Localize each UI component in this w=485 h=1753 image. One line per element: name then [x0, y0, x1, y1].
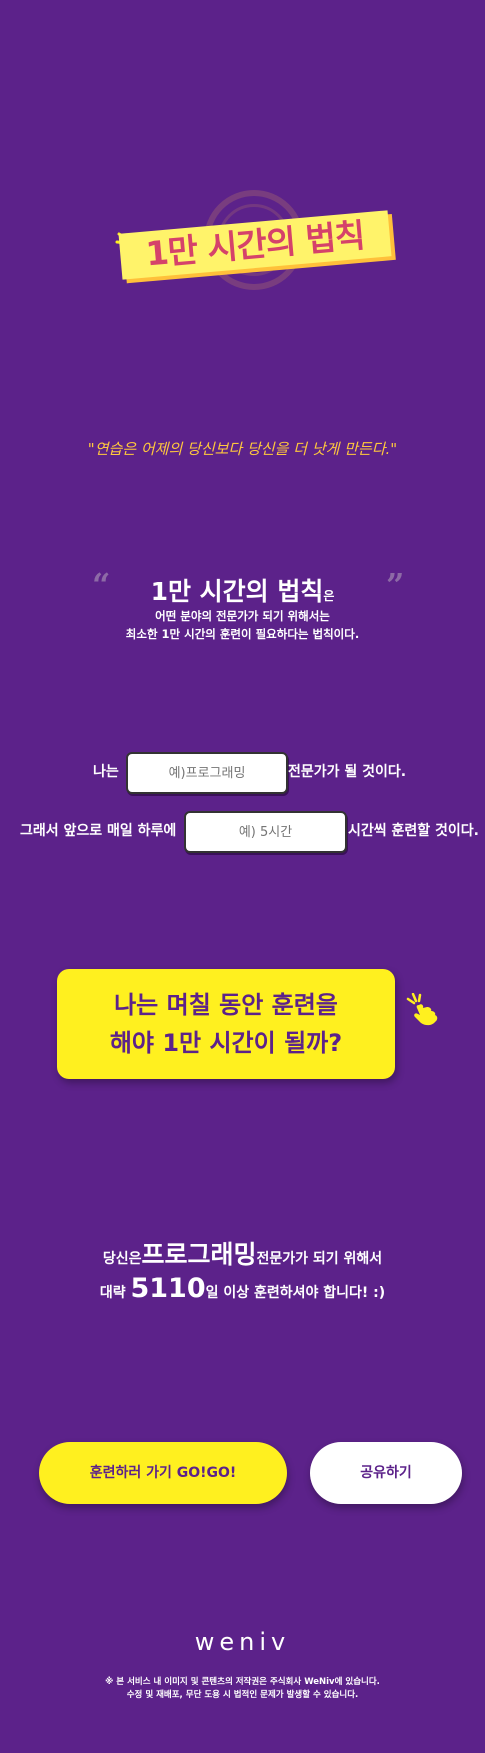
copyright-line2: 수정 및 재배포, 무단 도용 시 법적인 문제가 발생할 수 있습니다.: [126, 1690, 359, 1700]
field-input[interactable]: [126, 752, 288, 794]
rule-desc-line2: 최소한 1만 시간의 훈련이 필요하다는 법칙이다.: [125, 627, 360, 641]
result-line2: 대략 5110일 이상 훈련하셔야 합니다! :): [0, 1270, 485, 1312]
cta-line1: 나는 며칠 동안 훈련을: [114, 991, 338, 1019]
row2-suffix: 시간씩 훈련할 것이다.: [348, 823, 479, 839]
motto-quote: "연습은 어제의 당신보다 당신을 더 낫게 만든다.": [87, 440, 398, 458]
go-training-button[interactable]: 훈련하러 가기 GO!GO!: [39, 1442, 287, 1504]
result-field: 프로그래밍: [141, 1240, 257, 1269]
weniv-logo: weniv: [194, 1628, 291, 1656]
rule-title-suffix: 은: [323, 589, 335, 603]
copyright-notice: ※ 본 서비스 내 이미지 및 콘텐츠의 저작권은 주식회사 WeNiv에 있습…: [0, 1676, 485, 1702]
share-button[interactable]: 공유하기: [310, 1442, 462, 1504]
rule-description: 어떤 분야의 전문가가 되기 위해서는 최소한 1만 시간의 훈련이 필요하다는…: [0, 607, 485, 643]
calculate-button[interactable]: 나는 며칠 동안 훈련을 해야 1만 시간이 될까?: [57, 969, 395, 1079]
result-days-suffix: 일 이상 훈련하셔야 합니다! :): [205, 1285, 386, 1301]
result-suffix: 전문가가 되기 위해서: [256, 1251, 383, 1267]
rule-heading: 1만 시간의 법칙은: [0, 572, 485, 608]
cta-line2: 해야 1만 시간이 될까?: [109, 1029, 343, 1057]
result-line1: 당신은프로그래밍전문가가 되기 위해서: [0, 1240, 485, 1274]
row1-prefix: 나는: [93, 764, 119, 780]
result-approx: 대략: [99, 1285, 126, 1301]
result-prefix: 당신은: [102, 1251, 142, 1267]
rule-desc-line1: 어떤 분야의 전문가가 되기 위해서는: [155, 609, 330, 623]
row1-suffix: 전문가가 될 것이다.: [288, 764, 407, 780]
row2-prefix: 그래서 앞으로 매일 하루에: [20, 823, 177, 839]
pointing-hand-icon: [406, 993, 438, 1026]
result-days: 5110: [130, 1273, 206, 1304]
rule-title: 1만 시간의 법칙: [150, 577, 324, 606]
time-input[interactable]: [184, 811, 347, 853]
copyright-line1: ※ 본 서비스 내 이미지 및 콘텐츠의 저작권은 주식회사 WeNiv에 있습…: [105, 1677, 380, 1687]
